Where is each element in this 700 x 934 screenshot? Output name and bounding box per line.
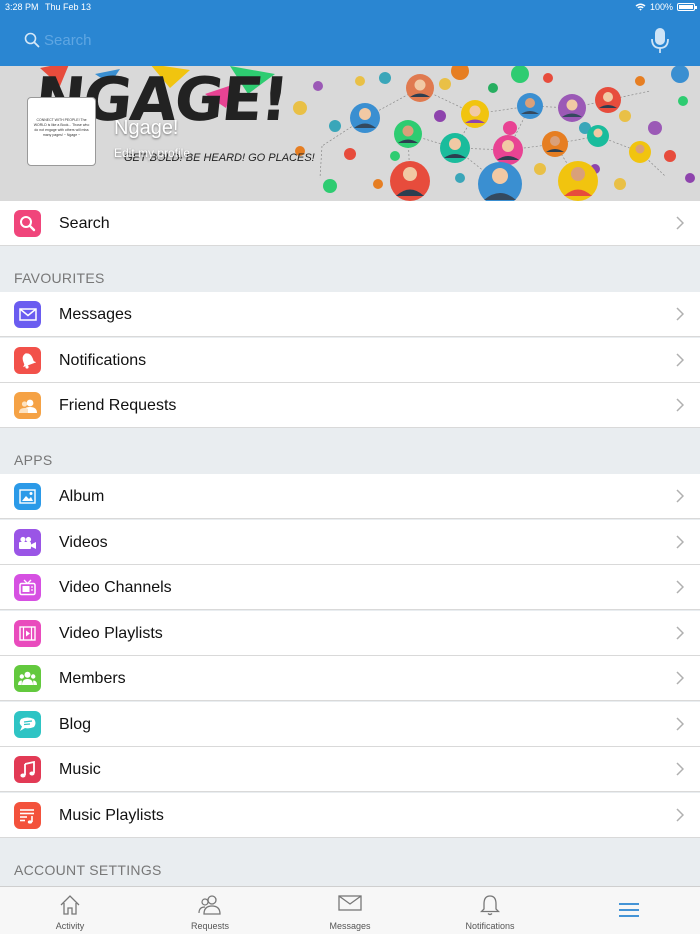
- wifi-icon: [635, 3, 646, 11]
- tab-menu[interactable]: [579, 887, 679, 934]
- profile-thumbnail[interactable]: CONNECT WITH PEOPLE! The WORLD is like a…: [27, 97, 96, 166]
- tab-label: Notifications: [465, 921, 515, 931]
- chevron-right-icon: [676, 489, 684, 503]
- menu-item-label: Music: [59, 761, 101, 778]
- section-favourites: FAVOURITES: [0, 246, 700, 292]
- search-input[interactable]: [44, 28, 604, 52]
- search-header: [0, 14, 700, 66]
- chevron-right-icon: [676, 717, 684, 731]
- chevron-right-icon: [676, 626, 684, 640]
- search-icon: [14, 210, 41, 237]
- chevron-right-icon: [676, 762, 684, 776]
- menu-item-members[interactable]: Members: [0, 656, 700, 701]
- blog-icon: [14, 711, 41, 738]
- profile-banner[interactable]: NGAGE! GET BOLD! BE HEARD! GO PLACES!: [0, 66, 700, 201]
- menu-item-label: Search: [59, 215, 110, 232]
- video-camera-icon: [14, 529, 41, 556]
- search-icon: [24, 32, 40, 48]
- menu-item-video-channels[interactable]: Video Channels: [0, 565, 700, 610]
- section-account-settings: ACCOUNT SETTINGS: [0, 838, 700, 884]
- chevron-right-icon: [676, 398, 684, 412]
- battery-icon: [677, 3, 697, 11]
- menu-item-label: Videos: [59, 534, 108, 551]
- tab-label: Activity: [55, 921, 85, 931]
- section-apps: APPS: [0, 428, 700, 474]
- status-date: Thu Feb 13: [45, 2, 92, 12]
- tab-label: Messages: [329, 921, 371, 931]
- chevron-right-icon: [676, 671, 684, 685]
- tab-label: Requests: [190, 921, 230, 931]
- tab-requests[interactable]: Requests: [160, 887, 260, 934]
- chevron-right-icon: [676, 535, 684, 549]
- menu-item-video-playlists[interactable]: Video Playlists: [0, 611, 700, 656]
- menu-item-label: Blog: [59, 716, 92, 733]
- menu-item-notifications[interactable]: Notifications: [0, 338, 700, 383]
- video-playlist-icon: [14, 620, 41, 647]
- chevron-right-icon: [676, 808, 684, 822]
- bell-icon: [480, 895, 500, 916]
- menu-item-videos[interactable]: Videos: [0, 520, 700, 565]
- envelope-icon: [338, 895, 362, 911]
- menu-item-label: Video Channels: [59, 579, 172, 596]
- photo-icon: [14, 483, 41, 510]
- envelope-icon: [14, 301, 41, 328]
- menu-item-blog[interactable]: Blog: [0, 702, 700, 747]
- chevron-right-icon: [676, 353, 684, 367]
- status-time: 3:28 PM: [5, 2, 39, 12]
- section-title: ACCOUNT SETTINGS: [14, 862, 162, 878]
- chevron-right-icon: [676, 216, 684, 230]
- chevron-right-icon: [676, 580, 684, 594]
- chevron-right-icon: [676, 307, 684, 321]
- tv-icon: [14, 574, 41, 601]
- menu-item-label: Album: [59, 488, 105, 505]
- profile-name: Ngage!: [114, 117, 179, 139]
- menu-item-music[interactable]: Music: [0, 747, 700, 792]
- menu-item-search[interactable]: Search: [0, 201, 700, 246]
- menu-item-label: Members: [59, 670, 126, 687]
- battery-percent: 100%: [649, 2, 673, 12]
- menu-item-messages[interactable]: Messages: [0, 292, 700, 337]
- tab-messages[interactable]: Messages: [300, 887, 400, 934]
- home-icon: [60, 895, 80, 915]
- music-playlist-icon: [14, 802, 41, 829]
- tab-notifications[interactable]: Notifications: [440, 887, 540, 934]
- section-title: FAVOURITES: [14, 270, 105, 286]
- microphone-icon[interactable]: [650, 27, 670, 55]
- requests-icon: [198, 895, 221, 915]
- menu-item-music-playlists[interactable]: Music Playlists: [0, 793, 700, 838]
- hamburger-menu-icon: [619, 903, 639, 917]
- members-icon: [14, 665, 41, 692]
- menu-item-label: Notifications: [59, 352, 147, 369]
- tab-bar: Activity Requests Messages Notifications: [0, 886, 700, 934]
- menu-item-label: Messages: [59, 306, 132, 323]
- status-bar: 3:28 PM Thu Feb 13 100%: [0, 0, 700, 14]
- menu-item-label: Music Playlists: [59, 807, 164, 824]
- friends-icon: [14, 392, 41, 419]
- music-note-icon: [14, 756, 41, 783]
- tab-activity[interactable]: Activity: [20, 887, 120, 934]
- menu-item-label: Video Playlists: [59, 625, 163, 642]
- menu-item-album[interactable]: Album: [0, 474, 700, 519]
- menu-item-label: Friend Requests: [59, 397, 177, 414]
- bell-icon: [14, 347, 41, 374]
- menu-item-friend-requests[interactable]: Friend Requests: [0, 383, 700, 428]
- edit-profile-link[interactable]: Edit my profile: [114, 146, 190, 160]
- status-right: 100%: [635, 2, 697, 12]
- section-title: APPS: [14, 452, 53, 468]
